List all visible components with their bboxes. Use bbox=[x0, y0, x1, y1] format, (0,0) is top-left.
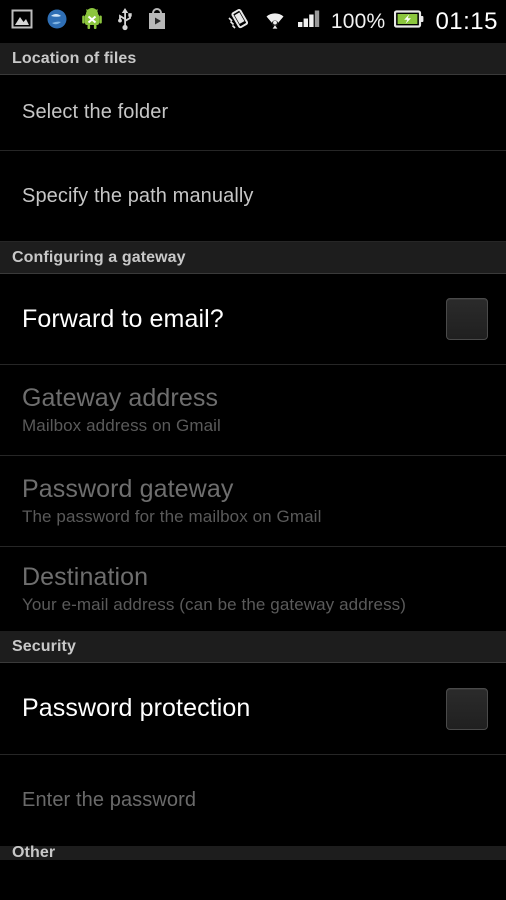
list-item-enter-the-password[interactable]: Enter the password bbox=[0, 755, 506, 846]
vibrate-icon bbox=[228, 7, 253, 36]
forward-to-email-checkbox[interactable] bbox=[446, 298, 488, 340]
section-header-configuring-a-gateway: Configuring a gateway bbox=[0, 242, 506, 274]
list-item-text-block: Password gateway The password for the ma… bbox=[22, 475, 488, 528]
list-item-password-gateway[interactable]: Password gateway The password for the ma… bbox=[0, 456, 506, 547]
section-header-label: Other bbox=[12, 844, 56, 861]
list-item-password-protection[interactable]: Password protection bbox=[0, 663, 506, 755]
list-item-gateway-address[interactable]: Gateway address Mailbox address on Gmail bbox=[0, 365, 506, 456]
section-header-security: Security bbox=[0, 631, 506, 663]
battery-charging-icon bbox=[394, 8, 424, 35]
section-header-label: Configuring a gateway bbox=[12, 248, 186, 266]
list-item-title: Enter the password bbox=[22, 789, 197, 811]
list-item-title: Specify the path manually bbox=[22, 184, 254, 207]
list-item-text-block: Enter the password bbox=[22, 789, 488, 812]
status-bar-system-icons: 100% 01:15 bbox=[228, 7, 498, 36]
clock-label: 01:15 bbox=[435, 7, 498, 35]
list-item-text-block: Destination Your e-mail address (can be … bbox=[22, 563, 488, 616]
status-bar-notification-icons bbox=[10, 7, 168, 36]
list-item-subtitle: Your e-mail address (can be the gateway … bbox=[22, 595, 407, 615]
list-item-text-block: Password protection bbox=[22, 694, 432, 723]
status-bar[interactable]: 100% 01:15 bbox=[0, 0, 506, 43]
section-header-location-of-files: Location of files bbox=[0, 43, 506, 75]
browser-globe-icon bbox=[45, 7, 69, 36]
list-item-title: Password gateway bbox=[22, 474, 234, 503]
section-header-other: Other bbox=[0, 844, 506, 861]
wifi-icon bbox=[262, 7, 288, 36]
list-item-title: Forward to email? bbox=[22, 304, 224, 333]
list-item-forward-to-email[interactable]: Forward to email? bbox=[0, 274, 506, 365]
list-item-destination[interactable]: Destination Your e-mail address (can be … bbox=[0, 547, 506, 631]
settings-list[interactable]: Location of files Select the folder Spec… bbox=[0, 43, 506, 861]
list-item-title: Password protection bbox=[22, 694, 251, 723]
play-store-bag-icon bbox=[146, 7, 168, 36]
list-item-title: Select the folder bbox=[22, 101, 169, 123]
usb-icon bbox=[115, 7, 135, 36]
section-header-label: Security bbox=[12, 637, 76, 655]
list-item-subtitle: Mailbox address on Gmail bbox=[22, 416, 221, 436]
image-icon bbox=[10, 7, 34, 36]
list-item-title: Gateway address bbox=[22, 383, 219, 412]
list-item-title: Destination bbox=[22, 562, 149, 591]
list-item-subtitle: The password for the mailbox on Gmail bbox=[22, 507, 322, 527]
section-header-label: Location of files bbox=[12, 49, 137, 67]
list-item-text-block: Specify the path manually bbox=[22, 185, 488, 208]
list-item-specify-the-path-manually[interactable]: Specify the path manually bbox=[0, 151, 506, 242]
password-protection-checkbox[interactable] bbox=[446, 687, 488, 730]
list-item-text-block: Select the folder bbox=[22, 101, 488, 124]
battery-percent-label: 100% bbox=[330, 10, 386, 33]
cellular-signal-icon bbox=[297, 7, 322, 36]
list-item-text-block: Gateway address Mailbox address on Gmail bbox=[22, 384, 488, 437]
list-item-text-block: Forward to email? bbox=[22, 305, 432, 334]
list-item-select-the-folder[interactable]: Select the folder bbox=[0, 75, 506, 151]
android-robot-icon bbox=[80, 7, 104, 36]
